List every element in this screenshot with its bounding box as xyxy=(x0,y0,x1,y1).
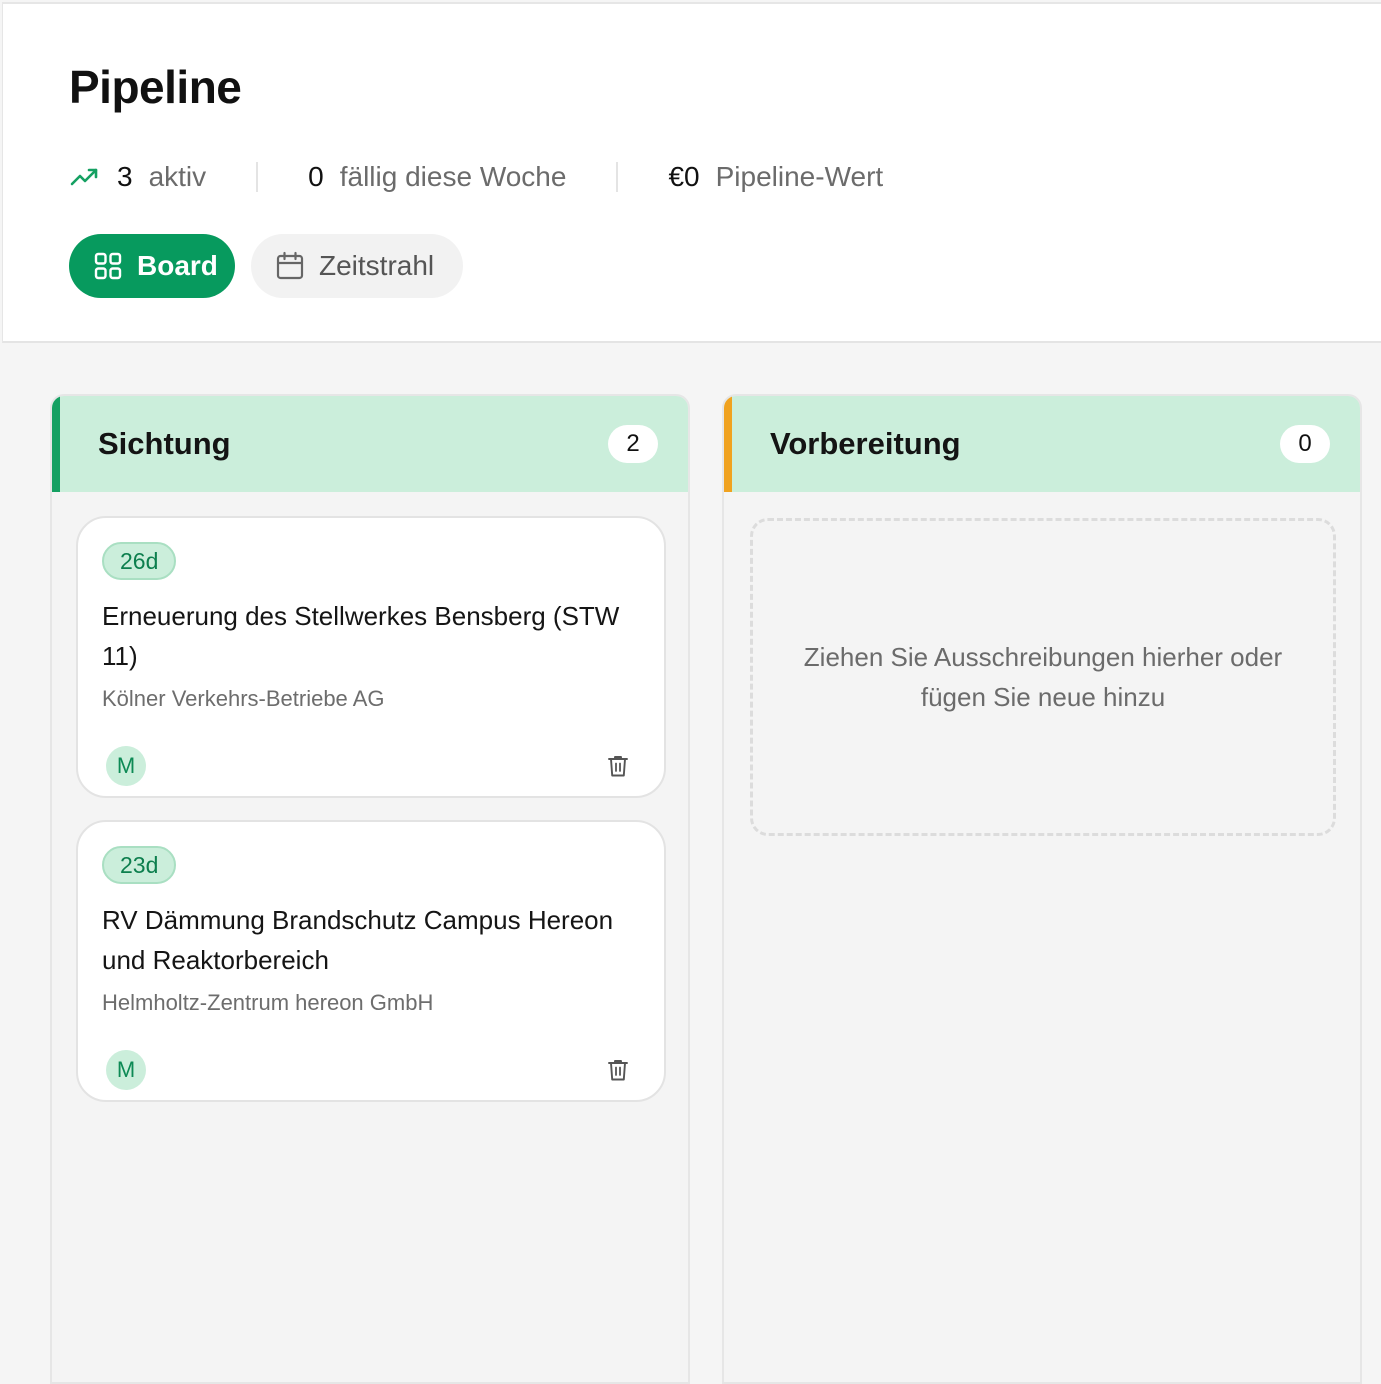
assignee-avatar[interactable]: M xyxy=(106,1050,146,1090)
stat-value-amount: €0 xyxy=(668,161,700,192)
dropzone-hint: Ziehen Sie Ausschreibungen hierher oder … xyxy=(803,642,1283,712)
board-view-label: Board xyxy=(137,250,218,281)
tender-card[interactable]: 26d Erneuerung des Stellwerkes Bensberg … xyxy=(76,516,666,798)
trash-icon[interactable] xyxy=(606,754,630,778)
stat-due: 0 fällig diese Woche xyxy=(308,161,566,193)
calendar-icon xyxy=(275,251,305,281)
tender-organization: Kölner Verkehrs-Betriebe AG xyxy=(102,686,385,711)
stat-divider xyxy=(256,162,259,192)
stat-due-label: fällig diese Woche xyxy=(339,161,567,192)
tender-title: Erneuerung des Stellwerkes Bensberg (STW… xyxy=(102,601,620,671)
tender-title: RV Dämmung Brandschutz Campus Hereon und… xyxy=(102,905,614,975)
column-header: Vorbereitung 0 xyxy=(724,396,1360,492)
assignee-avatar[interactable]: M xyxy=(106,746,146,786)
stat-value: €0 Pipeline-Wert xyxy=(668,161,883,193)
column-header: Sichtung 2 xyxy=(52,396,688,492)
page-header: Pipeline 3 aktiv 0 fällig diese Woche €0… xyxy=(2,2,1381,343)
tender-organization: Helmholtz-Zentrum hereon GmbH xyxy=(102,990,434,1015)
pipeline-stats: 3 aktiv 0 fällig diese Woche €0 Pipeline… xyxy=(69,154,883,200)
timeline-view-label: Zeitstrahl xyxy=(319,250,435,281)
days-remaining-badge: 26d xyxy=(102,542,177,580)
trending-up-icon xyxy=(69,161,101,193)
column-sichtung: Sichtung 2 26d Erneuerung des Stellwerke… xyxy=(50,394,690,1384)
column-count-badge: 2 xyxy=(608,425,658,463)
stat-active: 3 aktiv xyxy=(69,161,206,193)
stat-divider xyxy=(616,162,619,192)
view-toggle: Board Zeitstrahl xyxy=(69,234,463,298)
stat-value-label: Pipeline-Wert xyxy=(715,161,884,192)
page-title: Pipeline xyxy=(69,61,242,113)
tender-card[interactable]: 23d RV Dämmung Brandschutz Campus Hereon… xyxy=(76,820,666,1102)
stat-due-count: 0 xyxy=(308,161,324,192)
days-remaining-badge: 23d xyxy=(102,846,177,884)
stat-active-label: aktiv xyxy=(148,161,207,192)
grid-icon xyxy=(93,251,123,281)
stat-active-count: 3 xyxy=(117,161,133,192)
timeline-view-button[interactable]: Zeitstrahl xyxy=(251,234,463,298)
column-title: Vorbereitung xyxy=(770,426,961,461)
column-count-badge: 0 xyxy=(1280,425,1330,463)
trash-icon[interactable] xyxy=(606,1058,630,1082)
board-view-button[interactable]: Board xyxy=(69,234,235,298)
column-title: Sichtung xyxy=(98,426,231,461)
empty-dropzone[interactable]: Ziehen Sie Ausschreibungen hierher oder … xyxy=(750,518,1336,836)
column-vorbereitung: Vorbereitung 0 Ziehen Sie Ausschreibunge… xyxy=(722,394,1362,1384)
